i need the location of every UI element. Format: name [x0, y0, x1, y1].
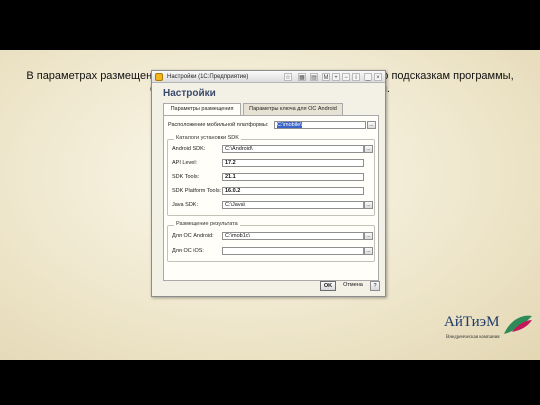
memory-minus-icon[interactable]: − — [342, 73, 350, 81]
sdk-group-title: Каталоги установки SDK — [174, 135, 241, 141]
sdk-tools-field[interactable]: 21.1 — [222, 173, 364, 181]
window-title: Настройки (1С:Предприятие) — [167, 74, 249, 80]
calendar-icon[interactable]: ▤ — [310, 73, 318, 81]
android-sdk-label: Android SDK: — [172, 146, 206, 152]
android-sdk-field[interactable]: C:\Android\ — [222, 145, 364, 153]
form-heading: Настройки — [163, 88, 216, 99]
tab-android-key-params[interactable]: Параметры ключа для ОС Android — [243, 103, 343, 115]
help-button[interactable]: ? — [370, 281, 380, 291]
api-level-label: API Level: — [172, 160, 198, 166]
platform-browse-button[interactable]: ... — [367, 121, 376, 129]
sdk-tools-label: SDK Tools: — [172, 174, 200, 180]
android-output-browse-button[interactable]: ... — [364, 232, 373, 240]
tab-panel: Расположение мобильной платформы: C:\mob… — [163, 115, 379, 281]
company-logo: АйТиэМ Внедренческая компания — [444, 312, 534, 352]
memory-plus-icon[interactable]: + — [332, 73, 340, 81]
java-sdk-label: Java SDK: — [172, 202, 198, 208]
ok-button[interactable]: OK — [320, 281, 336, 291]
java-sdk-field[interactable]: C:\Java\ — [222, 201, 364, 209]
logo-name: АйТиэМ — [444, 314, 500, 330]
bottom-black-bar — [0, 360, 540, 405]
app-1c-icon — [155, 73, 163, 81]
android-output-label: Для ОС Android: — [172, 233, 214, 239]
placement-group: Размещение результата Для ОС Android: C:… — [167, 221, 375, 262]
close-icon[interactable]: × — [374, 73, 382, 81]
memory-m-icon[interactable]: M — [322, 73, 330, 81]
platform-path-field[interactable]: C:\mobile\ — [274, 121, 366, 129]
sdk-group: Каталоги установки SDK Android SDK: C:\A… — [167, 135, 375, 216]
android-output-field[interactable]: C:\mob1c\ — [222, 232, 364, 240]
minimize-icon[interactable]: _ — [364, 73, 372, 81]
logo-leaf-icon — [504, 315, 532, 334]
api-level-field[interactable]: 17.2 — [222, 159, 364, 167]
favorites-icon[interactable]: ☆ — [284, 73, 292, 81]
android-sdk-browse-button[interactable]: ... — [364, 145, 373, 153]
top-black-bar — [0, 0, 540, 50]
ios-output-browse-button[interactable]: ... — [364, 247, 373, 255]
logo-tagline: Внедренческая компания — [446, 335, 500, 340]
settings-window: Настройки (1С:Предприятие) ☆ ▦ ▤ M + − i… — [151, 70, 386, 297]
platform-path-value: C:\mobile\ — [277, 122, 302, 128]
window-titlebar: Настройки (1С:Предприятие) ☆ ▦ ▤ M + − i… — [152, 71, 385, 83]
platform-label: Расположение мобильной платформы: — [168, 122, 269, 128]
ios-output-field[interactable] — [222, 247, 364, 255]
ios-output-label: Для ОС iOS: — [172, 248, 204, 254]
info-icon[interactable]: i — [352, 73, 360, 81]
calculator-icon[interactable]: ▦ — [298, 73, 306, 81]
cancel-button[interactable]: Отмена — [340, 281, 366, 291]
placement-group-title: Размещение результата — [174, 221, 240, 227]
sdk-platform-tools-field[interactable]: 16.0.2 — [222, 187, 364, 195]
java-sdk-browse-button[interactable]: ... — [364, 201, 373, 209]
sdk-platform-tools-label: SDK Platform Tools: — [172, 188, 222, 194]
